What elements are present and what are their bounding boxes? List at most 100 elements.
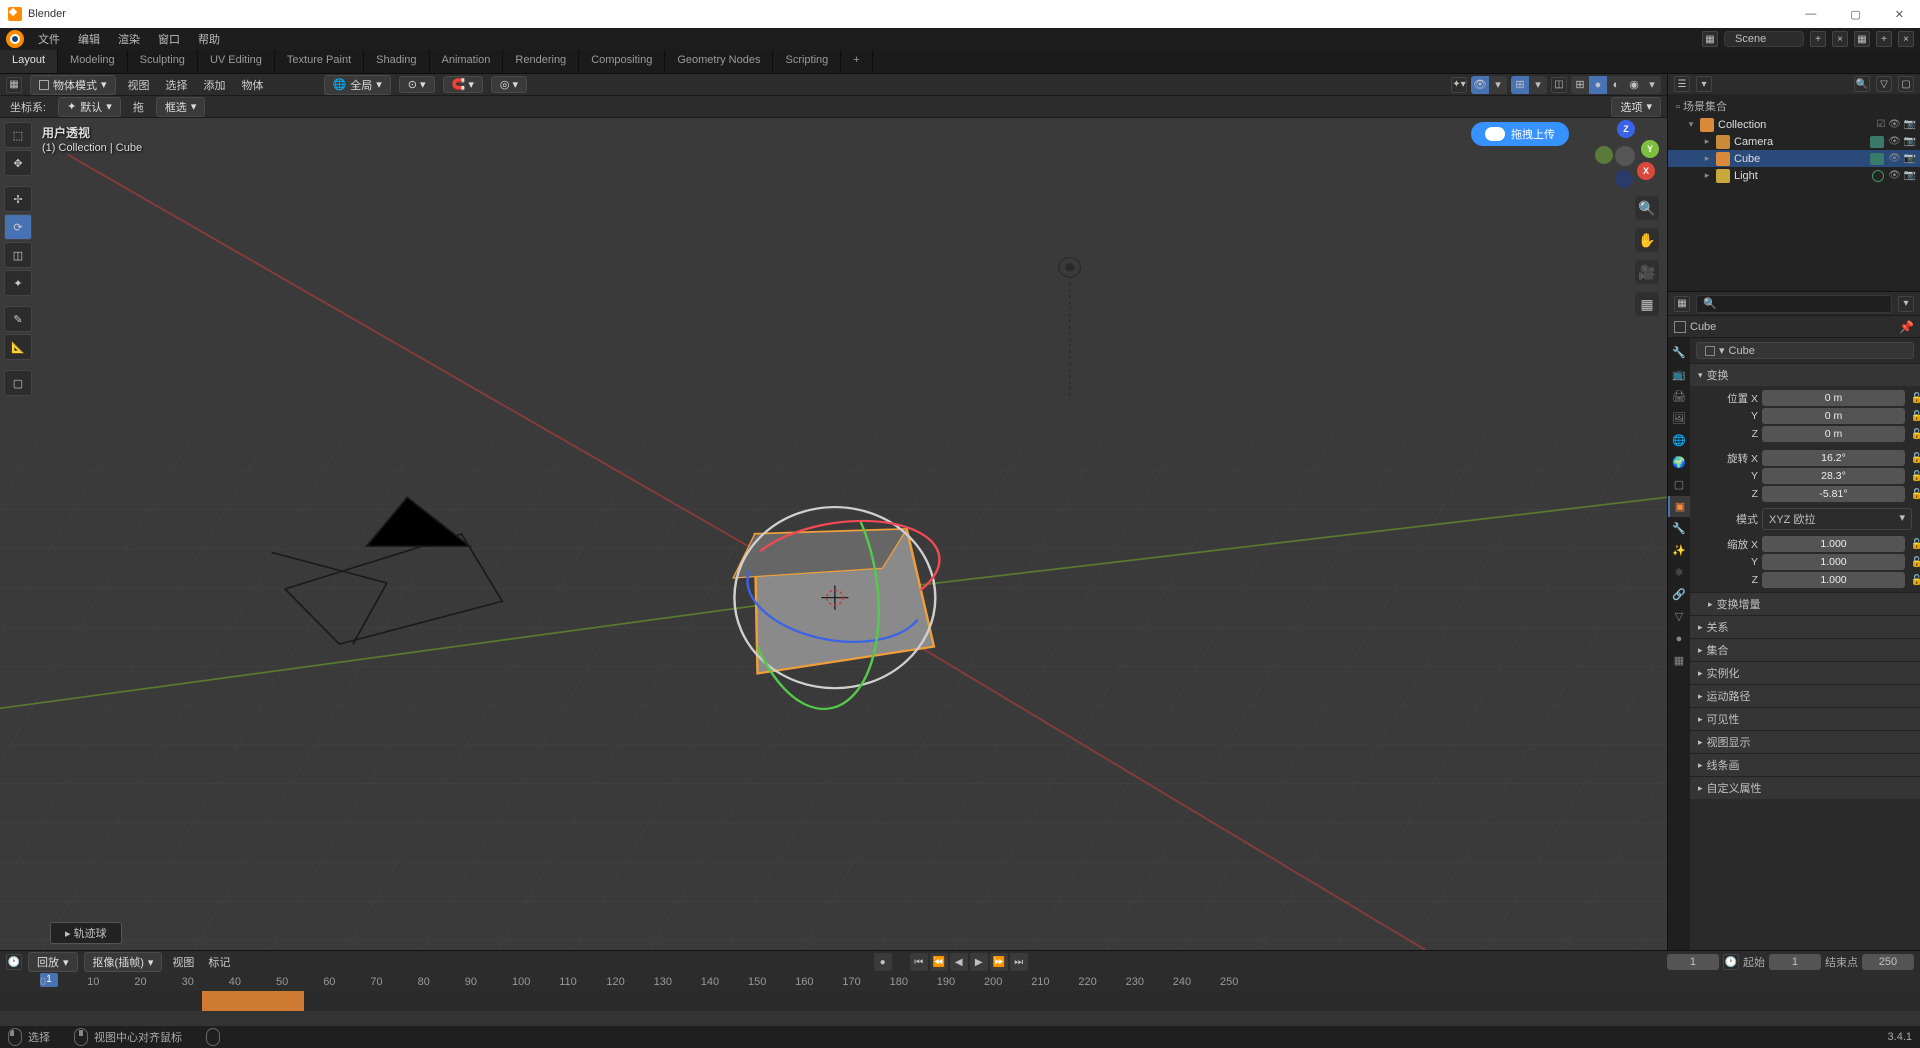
panel-viewport-display[interactable]: ▸视图显示: [1690, 730, 1920, 753]
panel-custom-props[interactable]: ▸自定义属性: [1690, 776, 1920, 799]
location-x[interactable]: [1762, 390, 1905, 406]
tab-compositing[interactable]: Compositing: [579, 50, 665, 73]
panel-collections[interactable]: ▸集合: [1690, 638, 1920, 661]
rotation-mode-select[interactable]: XYZ 欧拉▾: [1762, 508, 1912, 530]
shading-solid[interactable]: ●: [1589, 76, 1607, 94]
minimize-button[interactable]: —: [1797, 6, 1824, 23]
panel-lineart[interactable]: ▸线条画: [1690, 753, 1920, 776]
panel-motion-paths[interactable]: ▸运动路径: [1690, 684, 1920, 707]
mode-select[interactable]: 物体模式▾: [30, 75, 116, 95]
outliner-item-light[interactable]: ▸ Light 👁 📷: [1668, 167, 1920, 184]
delete-viewlayer-icon[interactable]: ×: [1898, 31, 1914, 47]
panel-instancing[interactable]: ▸实例化: [1690, 661, 1920, 684]
outliner-item-cube[interactable]: ▸ Cube 👁 📷: [1668, 150, 1920, 167]
delete-scene-icon[interactable]: ×: [1832, 31, 1848, 47]
timeline-marker-menu[interactable]: 标记: [204, 954, 234, 970]
outliner-editor-icon[interactable]: ☰: [1674, 76, 1690, 92]
outliner-item-camera[interactable]: ▸ Camera 👁 📷: [1668, 133, 1920, 150]
xray-toggle[interactable]: ◫: [1551, 77, 1567, 93]
outliner-display-mode[interactable]: ▾: [1696, 76, 1712, 92]
properties-search-input[interactable]: [1696, 295, 1892, 313]
scene-name-field[interactable]: Scene: [1724, 31, 1804, 47]
camera-view-icon[interactable]: 🎥: [1635, 260, 1659, 284]
frame-end[interactable]: 250: [1862, 954, 1914, 970]
ptab-output[interactable]: 🖨: [1668, 386, 1690, 407]
ptab-material[interactable]: ●: [1668, 628, 1690, 649]
zoom-icon[interactable]: 🔍: [1635, 196, 1659, 220]
nav-gizmo[interactable]: Z Y X: [1593, 124, 1657, 188]
rotation-x[interactable]: [1762, 450, 1905, 466]
panel-visibility[interactable]: ▸可见性: [1690, 707, 1920, 730]
outliner-search-icon[interactable]: 🔍: [1854, 76, 1870, 92]
tab-geometry-nodes[interactable]: Geometry Nodes: [665, 50, 773, 73]
location-z[interactable]: [1762, 426, 1905, 442]
tab-add[interactable]: +: [841, 50, 872, 73]
ptab-scene[interactable]: 🌐: [1668, 430, 1690, 451]
tool-cursor[interactable]: ✥: [4, 150, 32, 176]
pin-icon[interactable]: 📌: [1899, 320, 1914, 334]
properties-editor-icon[interactable]: ▦: [1674, 296, 1690, 312]
snap-toggle[interactable]: 🧲 ▾: [443, 76, 483, 93]
new-viewlayer-icon[interactable]: +: [1876, 31, 1892, 47]
autokey-toggle[interactable]: ●: [874, 953, 892, 971]
tool-scale[interactable]: ◫: [4, 242, 32, 268]
scale-x[interactable]: [1762, 536, 1905, 552]
tab-scripting[interactable]: Scripting: [773, 50, 841, 73]
shading-rendered[interactable]: ◉: [1625, 76, 1643, 94]
timeline-body[interactable]: 1 01020304050607080901001101201301401501…: [0, 973, 1920, 1026]
timeline-track[interactable]: [0, 991, 1920, 1011]
pivot-select[interactable]: ⊙ ▾: [399, 76, 435, 93]
jump-prev-key[interactable]: ⏪: [930, 953, 948, 971]
tab-sculpting[interactable]: Sculpting: [128, 50, 198, 73]
location-y[interactable]: [1762, 408, 1905, 424]
collection-row[interactable]: ▾ Collection ☑ 👁 📷: [1668, 116, 1920, 133]
outliner-filter-icon[interactable]: ▽: [1876, 76, 1892, 92]
current-frame[interactable]: 1: [1667, 954, 1719, 970]
ptab-texture[interactable]: ▦: [1668, 650, 1690, 671]
menu-file[interactable]: 文件: [30, 28, 68, 50]
scale-z[interactable]: [1762, 572, 1905, 588]
timeline-selection[interactable]: [202, 991, 304, 1011]
scene-browse-icon[interactable]: ▦: [1702, 31, 1718, 47]
play-reverse[interactable]: ◀: [950, 953, 968, 971]
jump-end[interactable]: ⏭: [1010, 953, 1028, 971]
menu-window[interactable]: 窗口: [150, 28, 188, 50]
maximize-button[interactable]: ▢: [1842, 6, 1868, 23]
properties-options-icon[interactable]: ▾: [1898, 296, 1914, 312]
ptab-physics[interactable]: ⚛: [1668, 562, 1690, 583]
menu-object[interactable]: 物体: [238, 77, 268, 93]
tab-uv-editing[interactable]: UV Editing: [198, 50, 275, 73]
orientation-select[interactable]: 🌐 全局 ▾: [324, 75, 391, 95]
tool-measure[interactable]: 📐: [4, 334, 32, 360]
data-breadcrumb[interactable]: ▾ Cube: [1696, 342, 1914, 359]
tool-transform[interactable]: ✦: [4, 270, 32, 296]
tool-add-cube[interactable]: ▢: [4, 370, 32, 396]
timeline-view-menu[interactable]: 视图: [168, 954, 198, 970]
preview-range-icon[interactable]: 🕐: [1723, 954, 1739, 970]
tab-layout[interactable]: Layout: [0, 50, 58, 73]
shading-wireframe[interactable]: ⊞: [1571, 76, 1589, 94]
perspective-toggle-icon[interactable]: ▦: [1635, 292, 1659, 316]
ptab-render[interactable]: 📺: [1668, 364, 1690, 385]
drag-upload-bubble[interactable]: 拖拽上传: [1471, 122, 1569, 146]
ptab-constraints[interactable]: 🔗: [1668, 584, 1690, 605]
shading-options[interactable]: ▾: [1643, 76, 1661, 94]
ptab-world[interactable]: 🌍: [1668, 452, 1690, 473]
menu-render[interactable]: 渲染: [110, 28, 148, 50]
jump-next-key[interactable]: ⏩: [990, 953, 1008, 971]
menu-edit[interactable]: 编辑: [70, 28, 108, 50]
ptab-particles[interactable]: ✨: [1668, 540, 1690, 561]
ptab-modifiers[interactable]: 🔧: [1668, 518, 1690, 539]
shading-matprev[interactable]: ◐: [1607, 76, 1625, 94]
jump-start[interactable]: ⏮: [910, 953, 928, 971]
outliner-new-collection-icon[interactable]: ▢: [1898, 76, 1914, 92]
ptab-viewlayer[interactable]: 🖼: [1668, 408, 1690, 429]
scale-y[interactable]: [1762, 554, 1905, 570]
timeline-editor-icon[interactable]: 🕐: [6, 954, 22, 970]
new-scene-icon[interactable]: +: [1810, 31, 1826, 47]
playback-menu[interactable]: 回放 ▾: [28, 952, 78, 972]
tab-shading[interactable]: Shading: [364, 50, 429, 73]
panel-relations[interactable]: ▸关系: [1690, 615, 1920, 638]
ptab-tool[interactable]: 🔧: [1668, 342, 1690, 363]
tab-rendering[interactable]: Rendering: [503, 50, 579, 73]
